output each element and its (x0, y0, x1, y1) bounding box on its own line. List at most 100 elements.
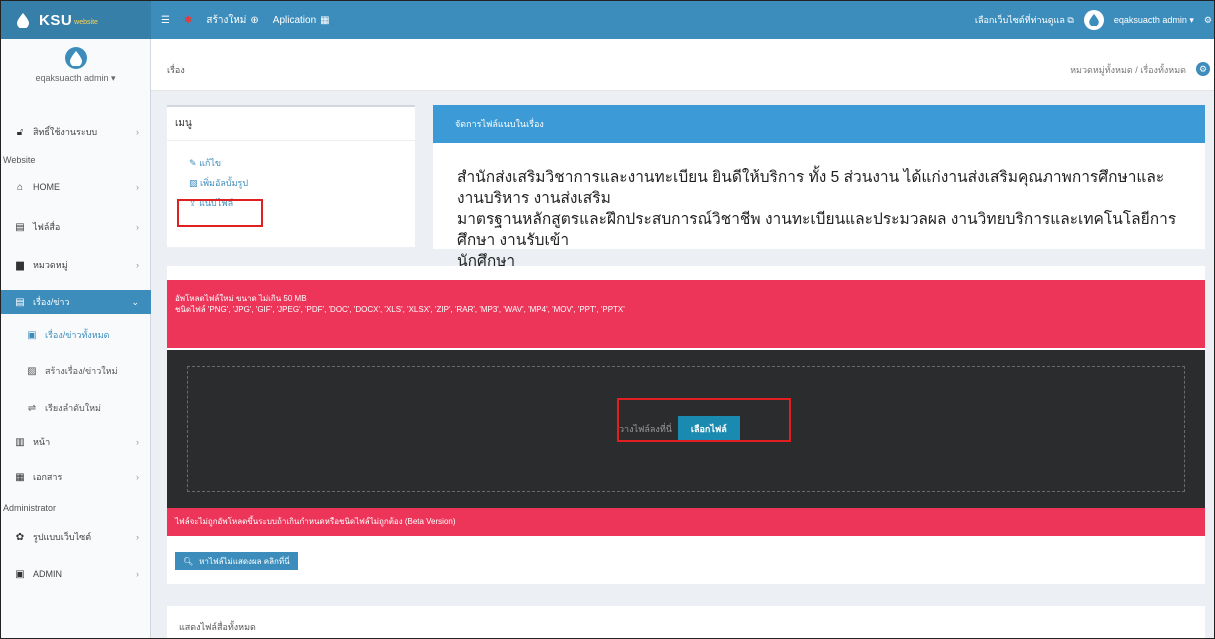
sidebar-item-label: ไฟล์สื่อ (33, 222, 61, 232)
sidebar-item-media[interactable]: ▤ ไฟล์สื่อ › (1, 216, 151, 238)
logo[interactable]: KSU website (1, 1, 151, 39)
user-menu[interactable]: eqaksuacth admin ▾ (1114, 15, 1194, 26)
add-album-label: เพิ่มอัลบั้มรูป (200, 178, 249, 188)
media-icon: ▤ (15, 221, 25, 233)
category-icon: ▆ (16, 259, 24, 271)
menu-box-title: เมนู (167, 107, 415, 141)
upload-file-types: ชนิดไฟล์ 'PNG', 'JPG', 'GIF', 'JPEG', 'P… (175, 305, 625, 314)
lock-icon: 🔓︎ (16, 126, 24, 138)
media-files-box: แสดงไฟล์สื่อทั้งหมด (167, 606, 1205, 638)
application-label: Aplication (272, 14, 317, 26)
chevron-down-icon: ⌄ (131, 296, 139, 307)
sidebar-item-permissions[interactable]: 🔓︎ สิทธิ์ใช้งานระบบ › (1, 121, 151, 143)
sidebar-item-home[interactable]: ⌂ HOME › (1, 176, 151, 198)
sidebar-header-website: Website (3, 155, 36, 165)
sidebar-item-pages[interactable]: ▥ หน้า › (1, 431, 151, 453)
sidebar-header-administrator: Administrator (3, 503, 57, 513)
app-window: KSU website ☰ ✱ สร้างใหม่ ⊕ Aplication ▦ เ… (0, 0, 1215, 639)
palette-icon: ✿ (15, 531, 25, 543)
chevron-right-icon: › (136, 127, 139, 137)
add-icon: ▨ (27, 365, 37, 377)
sidebar-subitem-label: เรียงลำดับใหม่ (45, 403, 101, 413)
attach-description: สำนักส่งเสริมวิชาการและงานทะเบียน ยินดีใ… (433, 143, 1205, 272)
list-icon: ▣ (27, 329, 37, 341)
chevron-right-icon: › (136, 532, 139, 542)
sidebar-user-name: eqaksuacth admin (35, 73, 109, 83)
sidebar-subitem-label: สร้างเรื่อง/ข่าวใหม่ (45, 366, 118, 376)
edit-link[interactable]: ✎ แก้ไข (189, 153, 415, 173)
sidebar-item-category[interactable]: ▆ หมวดหมู่ › (1, 254, 151, 276)
upload-size-limit: อัพโหลดไฟล์ใหม่ ขนาด ไม่เกิน 50 MB (175, 294, 307, 303)
sidebar-item-label: รูปแบบเว็บไซต์ (33, 532, 92, 542)
avatar-drop-icon (1089, 14, 1099, 26)
description-line: สำนักส่งเสริมวิชาการและงานทะเบียน ยินดีใ… (457, 169, 1165, 207)
pin-icon[interactable]: ✱ (184, 15, 192, 26)
sidebar-item-label: ADMIN (33, 569, 62, 579)
sidebar-avatar (64, 47, 87, 69)
sidebar-subitem-reorder[interactable]: ⇌ เรียงลำดับใหม่ (1, 397, 151, 419)
brand-name: KSU (39, 11, 73, 29)
application-menu[interactable]: Aplication ▦ (273, 15, 330, 26)
settings-icon[interactable]: ⚙ (1204, 15, 1212, 26)
sidebar-item-label: เรื่อง/ข่าว (33, 297, 70, 307)
breadcrumb[interactable]: หมวดหมู่ทั้งหมด / เรื่องทั้งหมด (1070, 63, 1186, 77)
document-icon: ▦ (15, 471, 25, 483)
sort-icon: ⇌ (27, 402, 37, 414)
sidebar-subitem-label: เรื่อง/ข่าวทั้งหมด (45, 330, 110, 340)
top-right: เลือกเว็บไซต์ที่ท่านดูแล ⧉ eqaksuacth ad… (975, 1, 1214, 39)
upload-info-alert: อัพโหลดไฟล์ใหม่ ขนาด ไม่เกิน 50 MB ชนิดไ… (167, 280, 1205, 348)
plus-circle-icon: ⊕ (250, 14, 259, 26)
highlight-attach-file (177, 199, 263, 227)
image-icon: ▨ (189, 178, 198, 188)
user-panel: eqaksuacth admin ▾ (1, 39, 150, 99)
user-avatar[interactable] (1083, 10, 1104, 30)
top-nav: ☰ ✱ สร้างใหม่ ⊕ Aplication ▦ (161, 1, 330, 39)
sidebar-item-label: เอกสาร (33, 472, 63, 482)
media-files-title: แสดงไฟล์สื่อทั้งหมด (179, 622, 256, 632)
create-new-label: สร้างใหม่ (206, 14, 247, 26)
select-site-link[interactable]: เลือกเว็บไซต์ที่ท่านดูแล ⧉ (975, 13, 1074, 27)
gear-icon[interactable]: ⚙ (1196, 62, 1210, 76)
hamburger-icon[interactable]: ☰ (161, 15, 170, 26)
sidebar-item-news[interactable]: ▤ เรื่อง/ข่าว ⌄ (1, 290, 151, 314)
select-site-label: เลือกเว็บไซต์ที่ท่านดูแล (974, 15, 1065, 25)
sidebar-item-label: หมวดหมู่ (33, 260, 68, 270)
search-icon: 🔍︎ (183, 556, 194, 566)
page-icon: ▥ (15, 436, 25, 448)
edit-label: แก้ไข (199, 158, 221, 168)
sidebar-item-label: หน้า (33, 437, 51, 447)
sidebar-subitem-create-news[interactable]: ▨ สร้างเรื่อง/ข่าวใหม่ (1, 360, 151, 382)
sidebar-user-menu[interactable]: eqaksuacth admin ▾ (1, 73, 150, 84)
highlight-choose-file (617, 398, 791, 442)
chevron-right-icon: › (136, 222, 139, 232)
home-icon: ⌂ (16, 181, 24, 193)
sidebar-item-label: สิทธิ์ใช้งานระบบ (33, 127, 98, 137)
attach-box: จัดการไฟล์แนบในเรื่อง สำนักส่งเสริมวิชาก… (433, 105, 1205, 270)
page-title: เรื่อง (167, 65, 185, 75)
description-line: มาตรฐานหลักสูตรและฝึกประสบการณ์วิชาชีพ ง… (457, 211, 1177, 249)
missing-file-label: หาไฟล์ไม่แสดงผล คลิกที่นี่ (199, 556, 290, 566)
news-icon: ▤ (15, 296, 25, 308)
upload-warning: ไฟล์จะไม่ถูกอัพโหลดขึ้นระบบถ้าเกินกำหนดห… (167, 508, 1205, 536)
user-name: eqaksuacth admin (1113, 14, 1187, 25)
caret-down-icon: ▾ (1189, 14, 1194, 25)
brand-sub: website (74, 19, 98, 26)
chevron-right-icon: › (136, 260, 139, 270)
admin-icon: ▣ (15, 568, 25, 580)
sidebar-item-admin[interactable]: ▣ ADMIN › (1, 563, 151, 585)
sidebar-item-documents[interactable]: ▦ เอกสาร › (1, 466, 151, 488)
missing-file-button[interactable]: 🔍︎ หาไฟล์ไม่แสดงผล คลิกที่นี่ (175, 552, 298, 570)
external-link-icon: ⧉ (1067, 15, 1074, 25)
chevron-right-icon: › (136, 437, 139, 447)
sidebar: eqaksuacth admin ▾ 🔓︎ สิทธิ์ใช้งานระบบ ›… (1, 39, 151, 638)
chevron-right-icon: › (136, 472, 139, 482)
edit-icon: ✎ (189, 158, 197, 168)
content-header: เรื่อง หมวดหมู่ทั้งหมด / เรื่องทั้งหมด ⚙ (151, 39, 1214, 91)
sidebar-subitem-all-news[interactable]: ▣ เรื่อง/ข่าวทั้งหมด (1, 324, 151, 346)
sidebar-item-themes[interactable]: ✿ รูปแบบเว็บไซต์ › (1, 526, 151, 548)
sidebar-item-label: HOME (33, 182, 60, 192)
chevron-right-icon: › (136, 182, 139, 192)
add-album-link[interactable]: ▨ เพิ่มอัลบั้มรูป (189, 173, 415, 193)
grid-icon: ▦ (320, 14, 330, 26)
create-new-menu[interactable]: สร้างใหม่ ⊕ (206, 13, 258, 28)
